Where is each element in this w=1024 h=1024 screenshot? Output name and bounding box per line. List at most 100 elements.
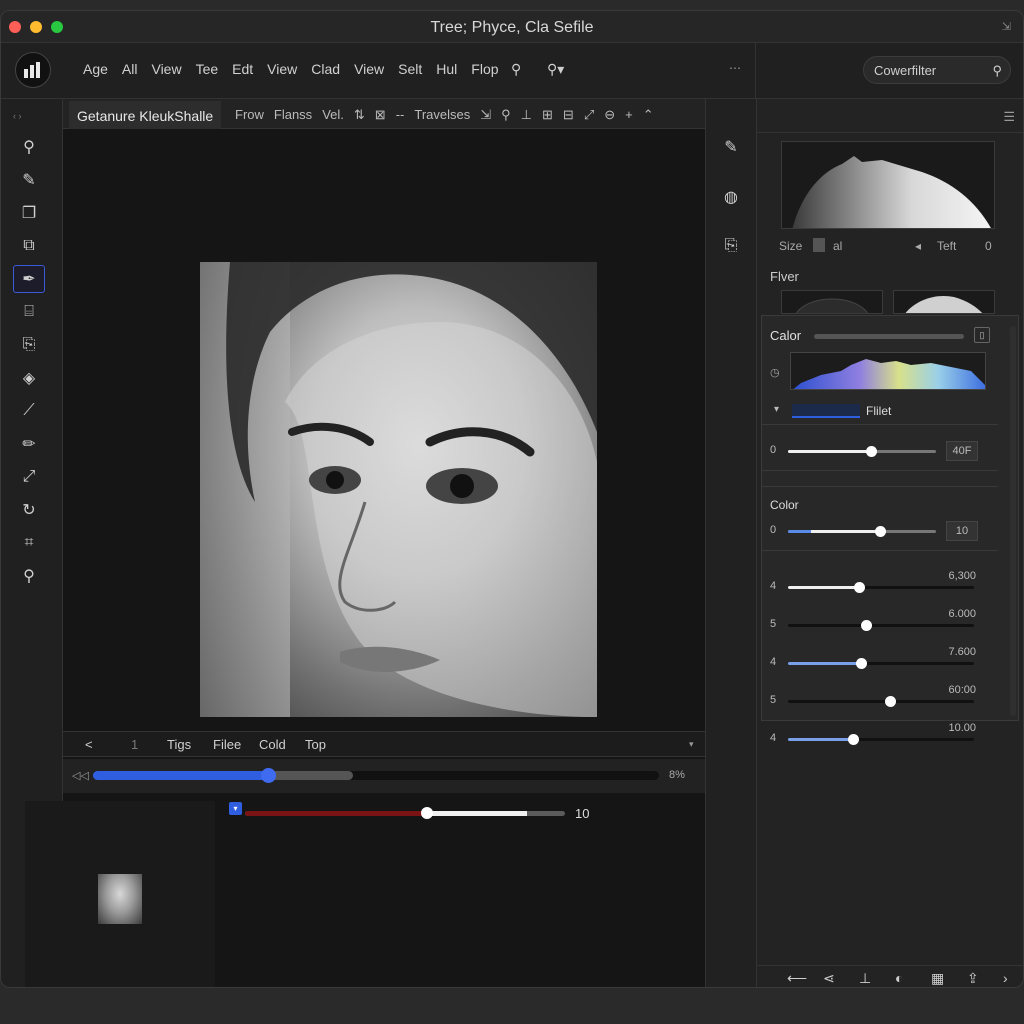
adjustment-slider[interactable] <box>788 696 974 707</box>
tab-toolbar-item-14[interactable]: + <box>625 107 633 123</box>
tab-toolbar-item-12[interactable]: ⤢ <box>584 107 594 123</box>
arrow-icon[interactable]: ⟵ <box>787 970 807 987</box>
size-prev-icon[interactable]: ◂ <box>915 239 921 253</box>
clone-icon[interactable]: ⎘ <box>13 331 45 359</box>
filter-search-input[interactable]: Cowerfilter ⚲ <box>863 56 1011 84</box>
brush-icon[interactable]: ✎ <box>13 166 45 194</box>
slider-value-input[interactable]: 10 <box>946 521 978 541</box>
slider-knob[interactable] <box>861 620 873 631</box>
more-menu-icon[interactable]: ⋯ <box>729 61 741 75</box>
progress-knob[interactable] <box>261 768 277 783</box>
tab-toolbar-item-8[interactable]: ⚲ <box>501 107 511 123</box>
menu-item-clad[interactable]: Clad <box>311 61 340 77</box>
tab-toolbar-item-0[interactable]: Frow <box>235 107 264 123</box>
tab-toolbar-item-4[interactable]: ⊠ <box>375 107 386 123</box>
tab-toolbar-item-7[interactable]: ⇲ <box>480 107 491 123</box>
slider-knob[interactable] <box>848 734 860 745</box>
export-icon[interactable]: ⇪ <box>967 970 979 987</box>
bottom-tab-top[interactable]: Top <box>305 737 326 752</box>
filter-thumb-1[interactable] <box>781 290 883 314</box>
globe-icon[interactable]: ◍ <box>719 187 743 211</box>
red-slider[interactable] <box>245 807 565 819</box>
portrait-thumbnail[interactable] <box>98 874 142 924</box>
menu-item-view[interactable]: View <box>354 61 384 77</box>
slider-knob[interactable] <box>855 658 867 669</box>
panel-scrollbar[interactable] <box>1010 326 1016 716</box>
slider-knob[interactable] <box>874 526 886 537</box>
eraser-icon[interactable]: ◈ <box>13 364 45 392</box>
search-dropdown-icon[interactable]: ⚲▾ <box>547 61 564 78</box>
slider-knob[interactable] <box>865 446 877 457</box>
more-icon[interactable]: › <box>1003 970 1008 986</box>
bottom-prev-button[interactable]: < <box>85 737 93 752</box>
search-icon[interactable]: ⚲ <box>511 61 521 78</box>
slider-fill <box>788 662 861 665</box>
adjustment-slider[interactable] <box>788 620 974 631</box>
menu-item-all[interactable]: All <box>122 61 138 77</box>
text-icon[interactable]: ⌸ <box>13 298 45 326</box>
eyedropper-icon[interactable]: ⟋ <box>13 397 45 425</box>
volume-icon[interactable]: ◁◁ <box>72 769 89 782</box>
grid-icon[interactable]: ▦ <box>931 970 944 987</box>
red-slider-knob[interactable] <box>421 807 434 819</box>
color-panel-bar[interactable] <box>814 334 964 339</box>
menu-item-view[interactable]: View <box>267 61 297 77</box>
bottom-tab-filee[interactable]: Filee <box>213 737 241 752</box>
adjustment-slider[interactable] <box>788 658 974 669</box>
dropper-icon[interactable]: ⤢ <box>13 463 45 491</box>
bottom-dropdown-icon[interactable]: ▾ <box>689 739 694 750</box>
layers-icon[interactable]: ❐ <box>13 199 45 227</box>
menu-item-flop[interactable]: Flop <box>471 61 498 77</box>
share-icon[interactable]: ⋖ <box>823 970 835 987</box>
bottom-tab-cold[interactable]: Cold <box>259 737 286 752</box>
bottom-tab-tigs[interactable]: Tigs <box>167 737 191 752</box>
menu-item-hul[interactable]: Hul <box>436 61 457 77</box>
sidebar-collapse-icon[interactable]: ‹ › <box>13 111 22 121</box>
mask-icon[interactable]: ◐ <box>895 970 903 986</box>
tab-toolbar-item-9[interactable]: ⊥ <box>521 107 532 123</box>
adjustment-slider[interactable] <box>788 526 936 537</box>
tab-active-document[interactable]: Getanure KleukShalle <box>69 101 222 129</box>
pencil-icon[interactable]: ✏ <box>13 430 45 458</box>
tab-toolbar-item-13[interactable]: ⊖ <box>604 107 615 123</box>
adjustment-slider[interactable] <box>788 734 974 745</box>
tab-toolbar-item-3[interactable]: ⇅ <box>354 107 365 123</box>
crop-icon[interactable]: ⧉ <box>13 232 45 260</box>
slider-knob[interactable] <box>853 582 865 593</box>
tab-toolbar-item-10[interactable]: ⊞ <box>542 107 553 123</box>
tab-toolbar-item-5[interactable]: -- <box>396 107 405 123</box>
slider-knob[interactable] <box>885 696 897 707</box>
portrait-image[interactable] <box>200 262 597 717</box>
menu-item-age[interactable]: Age <box>83 61 108 77</box>
slider-value: 10.00 <box>948 722 976 734</box>
menu-item-selt[interactable]: Selt <box>398 61 422 77</box>
stamp-icon[interactable]: ⊥ <box>859 970 871 987</box>
size-swatch[interactable] <box>813 238 825 252</box>
progress-slider[interactable] <box>93 768 659 783</box>
filter-select[interactable]: ▾ Flilet <box>770 402 1000 422</box>
menu-item-tee[interactable]: Tee <box>196 61 219 77</box>
trash-icon[interactable]: ▯ <box>974 327 990 343</box>
tab-toolbar-item-6[interactable]: Travelses <box>414 107 470 123</box>
tab-toolbar-item-15[interactable]: ⌃ <box>643 107 654 123</box>
filter-thumb-2[interactable] <box>893 290 995 314</box>
histogram-settings-icon[interactable]: ◷ <box>770 366 780 379</box>
slider-index: 0 <box>770 524 777 536</box>
tab-toolbar-item-2[interactable]: Vel. <box>322 107 344 123</box>
menu-item-edt[interactable]: Edt <box>232 61 253 77</box>
slider-value-input[interactable]: 40F <box>946 441 978 461</box>
zoom-icon[interactable]: ⚲ <box>13 562 45 590</box>
tab-toolbar-item-11[interactable]: ⊟ <box>563 107 574 123</box>
edit-icon[interactable]: ✎ <box>719 137 743 161</box>
marker-icon[interactable]: ▾ <box>229 802 242 815</box>
menu-item-view[interactable]: View <box>151 61 181 77</box>
panel-menu-icon[interactable]: ☰ <box>1003 109 1015 125</box>
transform-icon[interactable]: ⌗ <box>13 529 45 557</box>
adjustment-slider[interactable] <box>788 446 936 457</box>
pen-icon[interactable]: ✒ <box>13 265 45 293</box>
rotate-icon[interactable]: ↻ <box>13 496 45 524</box>
search-icon[interactable]: ⚲ <box>13 133 45 161</box>
clipboard-icon[interactable]: ⎘ <box>719 237 743 261</box>
adjustment-slider[interactable] <box>788 582 974 593</box>
tab-toolbar-item-1[interactable]: Flanss <box>274 107 312 123</box>
